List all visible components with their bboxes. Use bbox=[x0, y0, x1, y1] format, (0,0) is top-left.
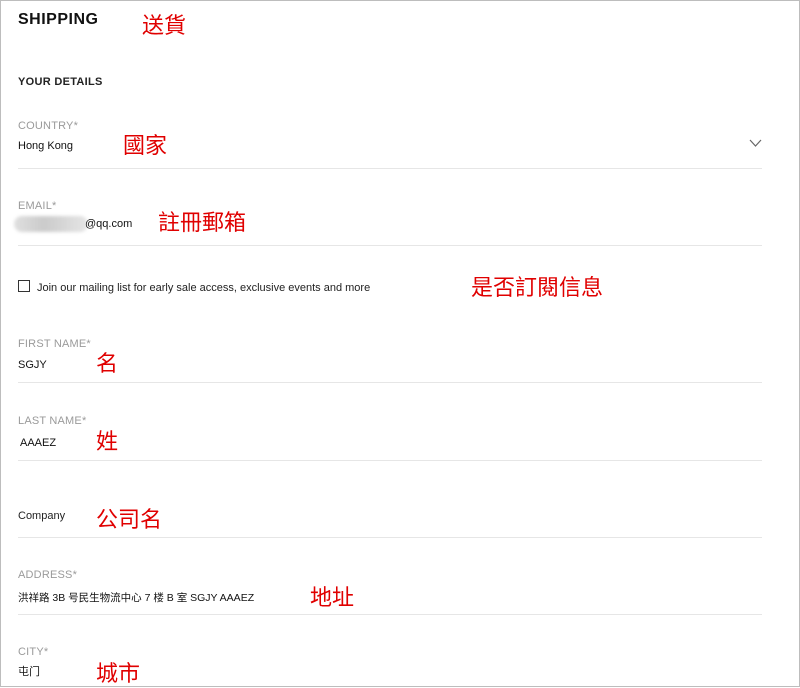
redaction-blur bbox=[14, 216, 88, 232]
divider bbox=[18, 382, 762, 383]
email-value[interactable]: @qq.com bbox=[85, 218, 132, 230]
divider bbox=[18, 614, 762, 615]
last-name-label: LAST NAME* bbox=[18, 415, 87, 427]
email-label: EMAIL* bbox=[18, 200, 57, 212]
annotation-email: 註冊郵箱 bbox=[158, 211, 247, 236]
address-label: ADDRESS* bbox=[18, 569, 78, 581]
annotation-mailing: 是否訂閱信息 bbox=[471, 276, 604, 301]
annotation-shipping: 送貨 bbox=[142, 14, 187, 39]
first-name-label: FIRST NAME* bbox=[18, 338, 91, 350]
annotation-company: 公司名 bbox=[96, 508, 163, 533]
annotation-city: 城市 bbox=[96, 662, 141, 687]
country-label: COUNTRY* bbox=[18, 120, 79, 132]
address-value[interactable]: 洪祥路 3B 号民生物流中心 7 楼 B 室 SGJY AAAEZ bbox=[18, 590, 254, 605]
page-frame bbox=[0, 0, 800, 687]
divider bbox=[18, 245, 762, 246]
company-placeholder[interactable]: Company bbox=[18, 510, 65, 522]
mailing-list-label[interactable]: Join our mailing list for early sale acc… bbox=[37, 282, 370, 294]
annotation-first-name: 名 bbox=[96, 352, 119, 377]
annotation-country: 國家 bbox=[123, 134, 168, 159]
first-name-value[interactable]: SGJY bbox=[18, 359, 47, 371]
country-value[interactable]: Hong Kong bbox=[18, 140, 73, 152]
divider bbox=[18, 460, 762, 461]
divider bbox=[18, 537, 762, 538]
last-name-value[interactable]: AAAEZ bbox=[20, 437, 56, 449]
chevron-down-icon[interactable] bbox=[749, 138, 762, 148]
annotation-last-name: 姓 bbox=[96, 430, 119, 455]
mailing-list-checkbox[interactable] bbox=[18, 280, 30, 292]
city-label: CITY* bbox=[18, 646, 49, 658]
section-title: YOUR DETAILS bbox=[18, 76, 103, 88]
city-value[interactable]: 屯门 bbox=[18, 663, 40, 679]
divider bbox=[18, 168, 762, 169]
annotation-address: 地址 bbox=[310, 586, 355, 611]
page-title: SHIPPING bbox=[18, 11, 99, 28]
